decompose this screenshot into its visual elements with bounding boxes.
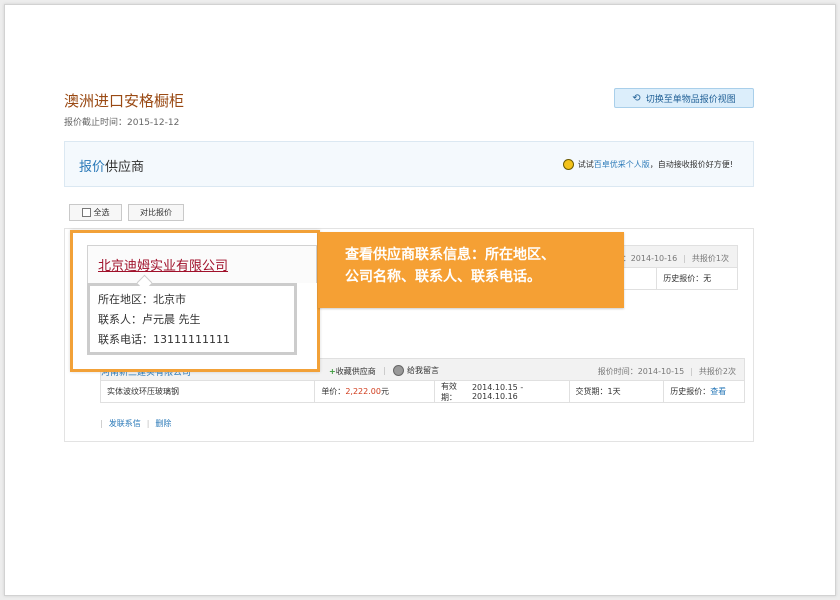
history-cell: 历史报价： 查看 — [664, 381, 744, 402]
select-all-label: 全选 — [93, 208, 110, 217]
callout-line-1: 查看供应商联系信息：所在地区、 — [345, 247, 555, 263]
promo-text: 试试 百卓优采个人版 ，自动接收报价好方便! — [562, 159, 733, 170]
history-label: 历史报价： — [670, 387, 711, 396]
history-view-link[interactable]: 查看 — [710, 386, 726, 397]
quote-count: 共报价2次 — [698, 367, 736, 376]
tooltip-header: 北京迪姆实业有限公司 — [87, 245, 317, 283]
supplier-title-rest: 供应商 — [105, 160, 145, 175]
tooltip-phone: 联系电话：13111111111 — [98, 333, 230, 346]
supplier-section-title: 报价供应商 — [79, 156, 144, 175]
supplier-title-highlight: 报价 — [79, 160, 106, 175]
promo-prefix: 试试 — [577, 160, 594, 169]
deadline-label: 报价截止时间： — [64, 118, 128, 128]
delete-link[interactable]: 删除 — [155, 419, 171, 428]
supplier-contact-tooltip: 北京迪姆实业有限公司 所在地区：北京市 联系人：卢元晨 先生 联系电话：1311… — [70, 230, 320, 372]
leave-message-link[interactable]: 给我留言 — [393, 365, 439, 376]
checkbox-icon[interactable] — [81, 208, 91, 217]
favorite-label: 收藏供应商 — [335, 367, 376, 376]
compare-quotes-button[interactable]: 对比报价 — [128, 204, 184, 221]
message-label: 给我留言 — [407, 366, 439, 375]
product-cell: 实体波纹环压玻璃钢 — [101, 381, 316, 402]
history-value: 无 — [703, 274, 712, 283]
switch-view-button[interactable]: ⟲ 切换至单物品报价视图 — [614, 88, 754, 108]
delivery-label: 交货期： — [575, 387, 608, 396]
unit-price-label: 单价： — [321, 387, 346, 396]
select-all-button[interactable]: 全选 — [69, 204, 122, 221]
refresh-icon: ⟲ — [632, 92, 641, 104]
product-name: 实体波纹环压玻璃钢 — [107, 387, 179, 396]
delivery-value: 1天 — [607, 387, 621, 396]
quote-time-label: 报价时间： — [597, 367, 638, 376]
unit-price-cell: 单价： 2,222.00 元 — [315, 381, 435, 402]
callout-line-2: 公司名称、联系人、联系电话。 — [345, 269, 541, 285]
quote-time: 2014-10-16 — [630, 254, 678, 263]
promo-suffix: ，自动接收报价好方便! — [649, 160, 733, 169]
validity-label: 有效期： — [440, 381, 457, 402]
switch-view-label: 切换至单物品报价视图 — [645, 94, 736, 105]
annotation-callout: 查看供应商联系信息：所在地区、 公司名称、联系人、联系电话。 — [318, 232, 624, 308]
deadline-value: 2015-12-12 — [127, 118, 180, 128]
validity-cell: 有效期： 2014.10.15 - 2014.10.16 — [435, 381, 570, 402]
tooltip-company-link[interactable]: 北京迪姆实业有限公司 — [98, 255, 228, 274]
plus-icon: + — [329, 367, 336, 376]
validity-value: 2014.10.15 - 2014.10.16 — [471, 382, 524, 401]
bottom-actions: | 发联系信 | 删除 — [100, 419, 172, 428]
message-icon — [393, 365, 404, 376]
bee-icon — [562, 159, 574, 170]
page-title: 澳洲进口安格橱柜 — [64, 92, 185, 110]
favorite-supplier-link[interactable]: +收藏供应商 — [329, 366, 376, 377]
quote-count: 共报价1次 — [691, 254, 729, 263]
promo-link[interactable]: 百卓优采个人版 — [594, 159, 650, 170]
send-message-link[interactable]: 发联系信 — [109, 419, 141, 428]
quote-time: 2014-10-15 — [637, 367, 685, 376]
unit-price-value: 2,222.00 — [345, 387, 381, 396]
compare-label: 对比报价 — [140, 208, 172, 217]
tooltip-contact-info: 所在地区：北京市 联系人：卢元晨 先生 联系电话：13111111111 — [87, 283, 297, 355]
tooltip-contact-person: 联系人：卢元晨 先生 — [98, 313, 201, 326]
history-label: 历史报价： — [663, 274, 704, 283]
delivery-cell: 交货期： 1天 — [570, 381, 665, 402]
quote-meta: 报价时间：2014-10-15 | 共报价2次 — [597, 367, 736, 376]
history-cell: 历史报价：无 — [657, 268, 737, 289]
quote-card-body: 实体波纹环压玻璃钢 单价： 2,222.00 元 有效期： 2014.10.15 - … — [100, 381, 745, 403]
quote-deadline: 报价截止时间：2015-12-12 — [64, 115, 179, 128]
unit-price-unit: 元 — [380, 387, 389, 396]
supplier-section-header: 报价供应商 试试 百卓优采个人版 ，自动接收报价好方便! — [64, 141, 754, 187]
tooltip-region: 所在地区：北京市 — [98, 293, 186, 306]
